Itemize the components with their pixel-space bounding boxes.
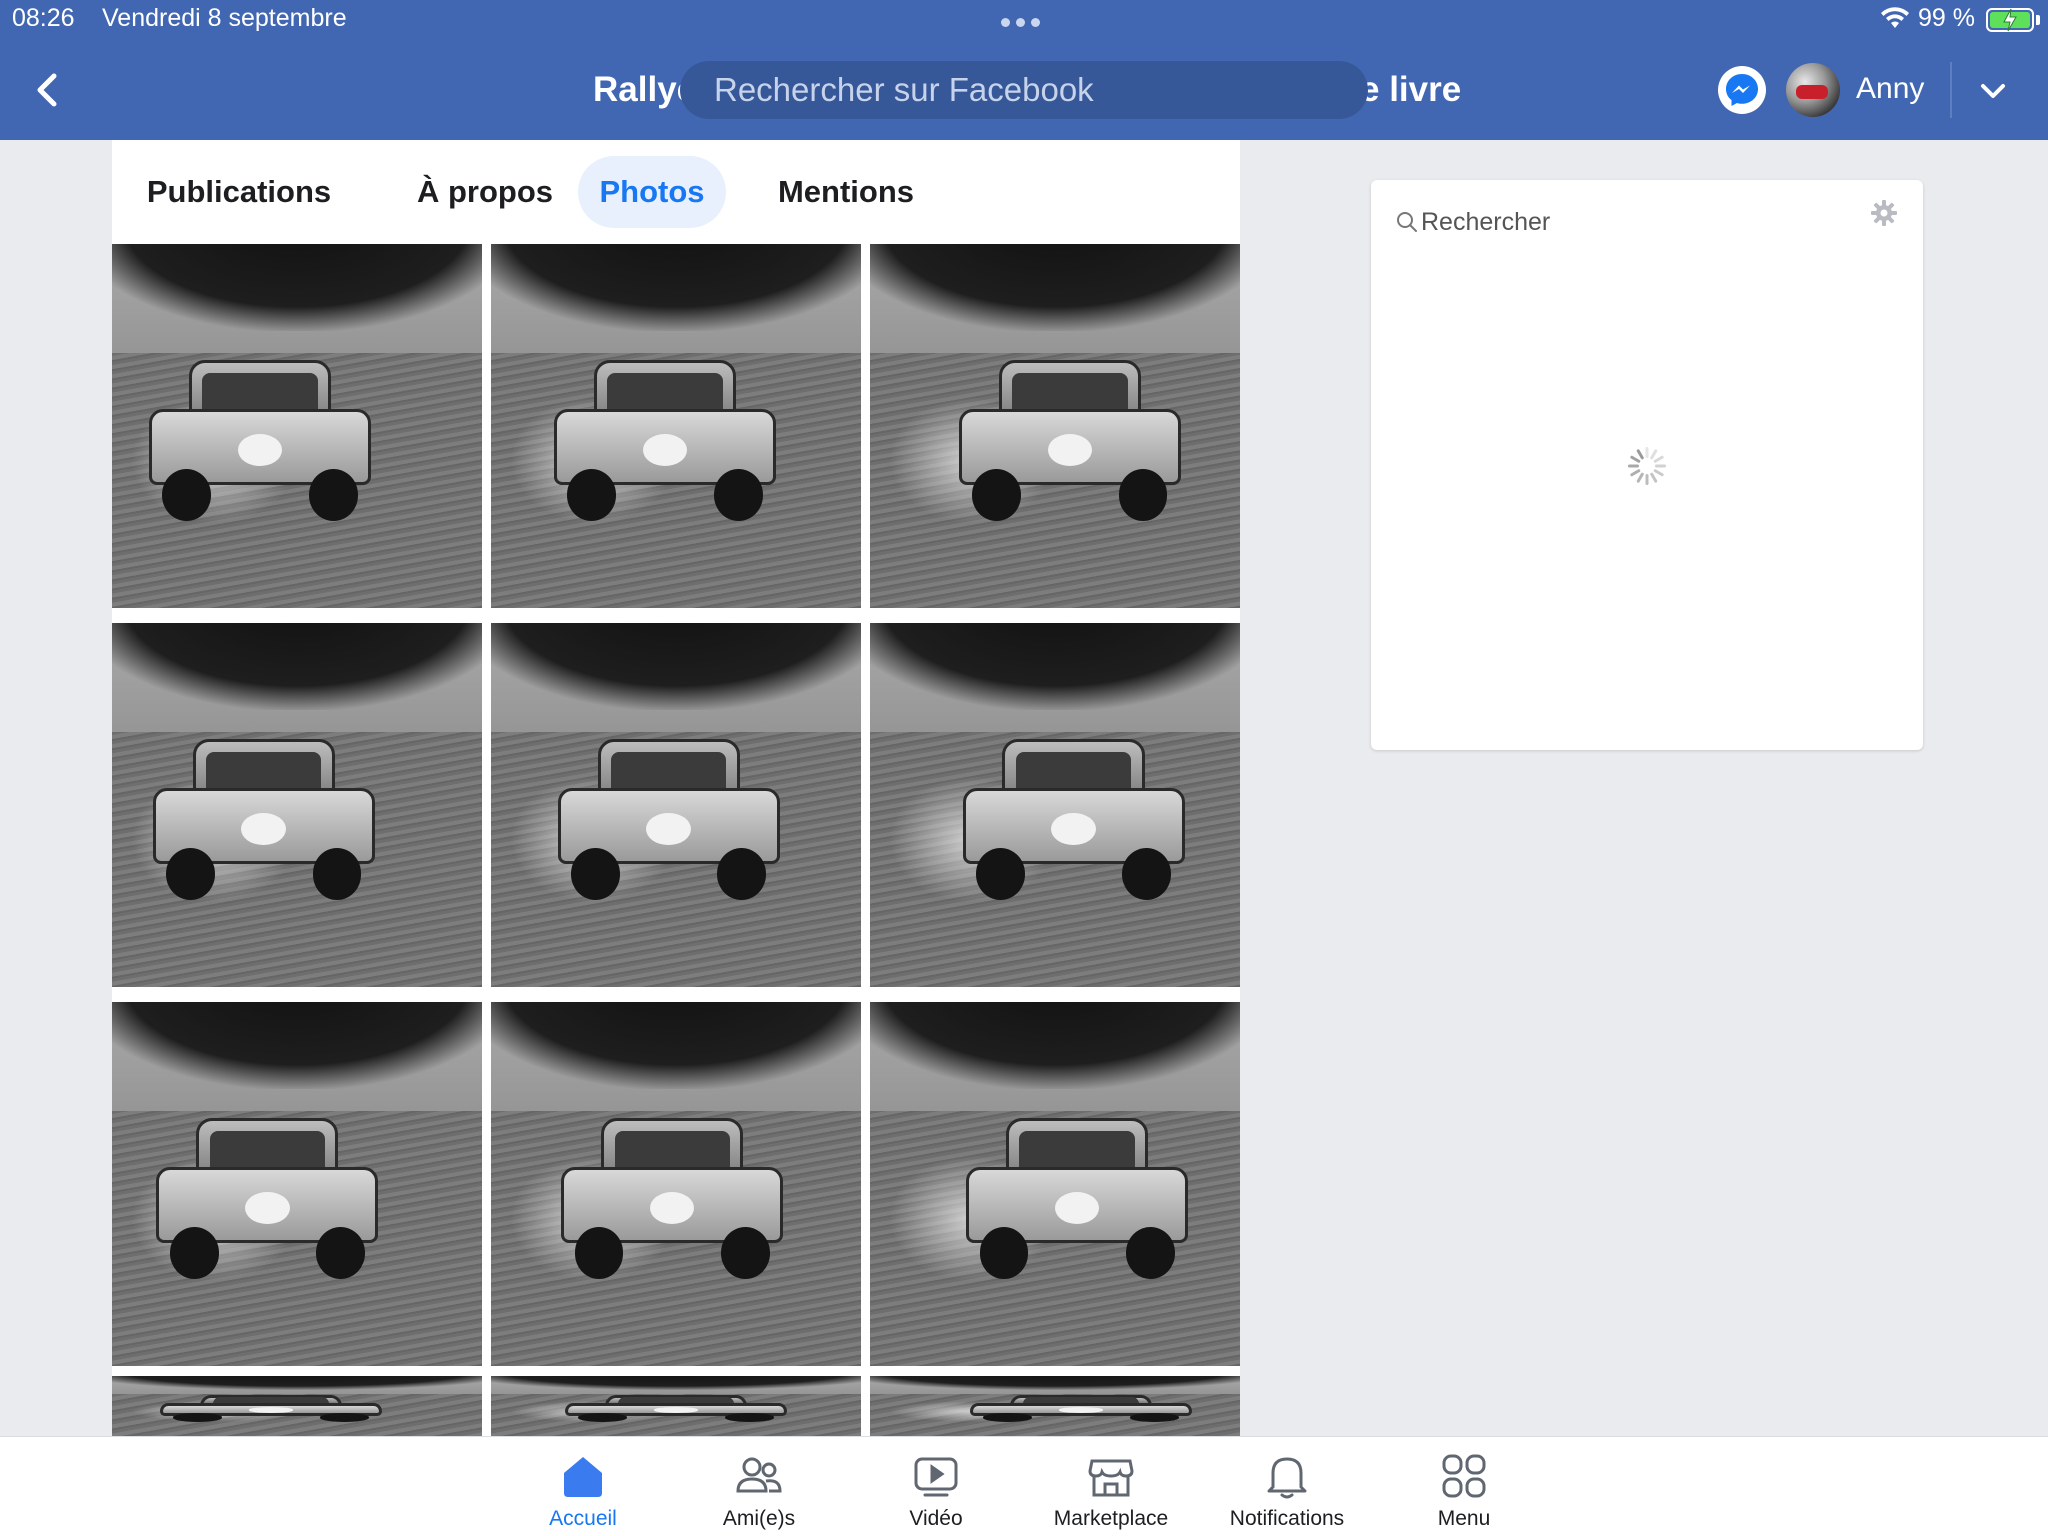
- multitasking-dots-icon[interactable]: [1001, 18, 1040, 27]
- messenger-icon: [1726, 74, 1758, 106]
- nav-marketplace[interactable]: Marketplace: [1026, 1451, 1196, 1536]
- photo-thumbnail[interactable]: [491, 623, 861, 987]
- nav-accueil[interactable]: Accueil: [498, 1451, 668, 1536]
- chevron-down-icon[interactable]: [1976, 74, 2010, 108]
- tab-a-propos[interactable]: À propos: [401, 156, 569, 228]
- photo-thumbnail[interactable]: [870, 244, 1240, 608]
- tab-mentions[interactable]: Mentions: [760, 156, 932, 228]
- photo-thumbnail[interactable]: [870, 1002, 1240, 1366]
- nav-label: Marketplace: [1053, 1507, 1169, 1530]
- header-divider: [1950, 62, 1952, 118]
- photo-thumbnail[interactable]: [112, 1376, 482, 1436]
- wifi-icon: [1881, 7, 1909, 28]
- page-tabs: Publications À propos Photos Mentions: [112, 140, 1240, 244]
- marketplace-icon: [1088, 1459, 1134, 1497]
- home-icon: [564, 1457, 602, 1497]
- photo-thumbnail[interactable]: [112, 623, 482, 987]
- nav-notifications[interactable]: Notifications: [1202, 1451, 1372, 1536]
- grid-icon: [1442, 1454, 1486, 1498]
- battery-cap: [2036, 15, 2040, 25]
- nav-label: Ami(e)s: [722, 1507, 796, 1530]
- status-date: Vendredi 8 septembre: [102, 4, 347, 32]
- nav-amis[interactable]: Ami(e)s: [674, 1451, 844, 1536]
- nav-label: Accueil: [549, 1507, 617, 1530]
- side-search-card: Rechercher: [1371, 180, 1923, 750]
- photo-thumbnail[interactable]: [491, 1002, 861, 1366]
- photo-thumbnail[interactable]: [112, 244, 482, 608]
- search-placeholder: Rechercher sur Facebook: [714, 71, 1094, 108]
- facebook-search-input[interactable]: Rechercher sur Facebook: [680, 61, 1368, 119]
- photo-thumbnail[interactable]: [491, 244, 861, 608]
- avatar[interactable]: [1786, 63, 1840, 117]
- status-time: 08:26: [12, 4, 75, 32]
- nav-label: Vidéo: [909, 1507, 963, 1530]
- tab-publications[interactable]: Publications: [144, 156, 334, 228]
- bell-icon: [1267, 1457, 1307, 1499]
- photo-thumbnail[interactable]: [870, 1376, 1240, 1436]
- battery-percentage: 99 %: [1918, 4, 1975, 32]
- bottom-nav: Accueil Ami(e)s Vidéo Marketplace Notifi…: [0, 1436, 2048, 1536]
- page-title-end: e livre: [1360, 70, 1462, 109]
- top-bar: 08:26 Vendredi 8 septembre 99 % Rallye e…: [0, 0, 2048, 140]
- photo-thumbnail[interactable]: [112, 1002, 482, 1366]
- side-search-placeholder: Rechercher: [1421, 207, 1551, 236]
- user-name[interactable]: Anny: [1856, 72, 1924, 106]
- tab-photos[interactable]: Photos: [578, 156, 726, 228]
- back-button[interactable]: [28, 70, 68, 110]
- search-icon: [1397, 212, 1417, 232]
- photo-thumbnail[interactable]: [491, 1376, 861, 1436]
- nav-video[interactable]: Vidéo: [851, 1451, 1021, 1536]
- nav-label: Notifications: [1229, 1507, 1345, 1530]
- photos-panel: Publications À propos Photos Mentions: [112, 140, 1240, 1436]
- gear-icon[interactable]: [1869, 198, 1899, 228]
- friends-icon: [736, 1457, 782, 1493]
- nav-label: Menu: [1437, 1507, 1491, 1530]
- video-icon: [914, 1457, 958, 1497]
- battery-charging-icon: [1986, 8, 2034, 32]
- photo-thumbnail[interactable]: [870, 623, 1240, 987]
- side-search-input[interactable]: Rechercher: [1395, 200, 1895, 244]
- spinner-icon: [1628, 447, 1666, 485]
- nav-menu[interactable]: Menu: [1379, 1451, 1549, 1536]
- messenger-button[interactable]: [1718, 66, 1766, 114]
